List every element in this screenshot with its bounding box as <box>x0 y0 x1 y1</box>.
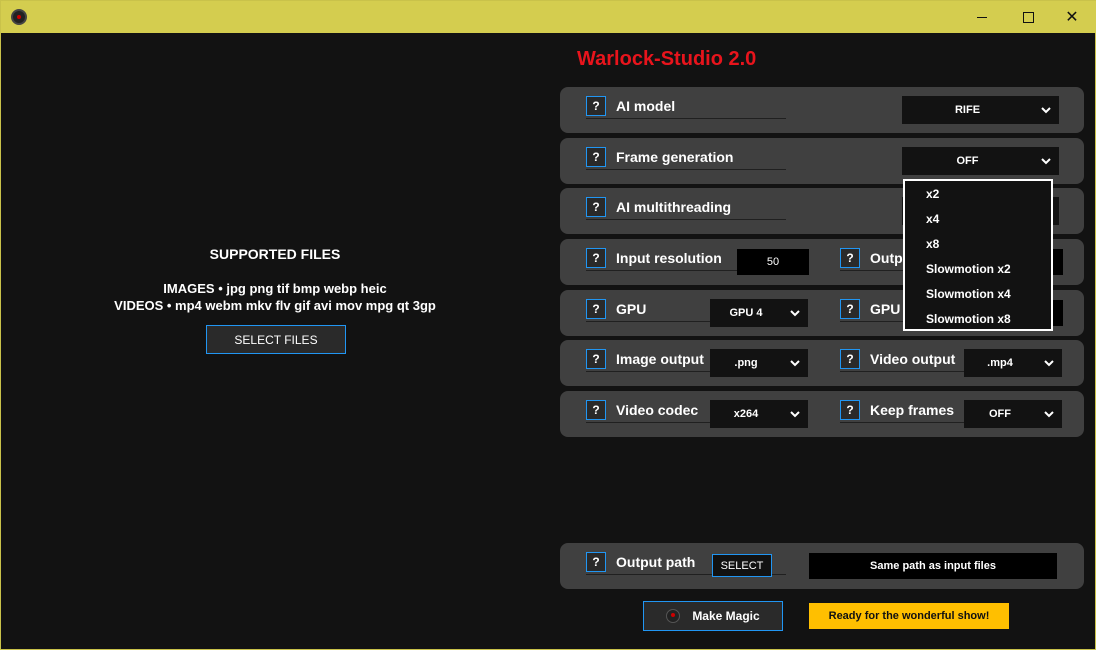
frame-generation-card: ? Frame generation OFF <box>560 138 1084 184</box>
chevron-down-icon <box>1044 360 1054 367</box>
minimize-icon <box>977 16 987 18</box>
output-resolution-help-button[interactable]: ? <box>840 248 860 268</box>
image-output-card: ? Image output .png ? Video output .mp4 <box>560 340 1084 386</box>
divider <box>586 169 786 170</box>
image-output-help-button[interactable]: ? <box>586 349 606 369</box>
gpu-dropdown[interactable]: GPU 4 <box>710 299 808 327</box>
maximize-icon <box>1022 11 1034 23</box>
frame-generation-menu: x2 x4 x8 Slowmotion x2 Slowmotion x4 Slo… <box>903 179 1053 331</box>
video-codec-label: Video codec <box>616 402 699 418</box>
chevron-down-icon <box>790 411 800 418</box>
input-resolution-field[interactable]: 50 <box>737 249 809 275</box>
video-output-label: Video output <box>870 351 956 367</box>
status-message: Ready for the wonderful show! <box>809 603 1009 629</box>
title-bar[interactable]: ✕ <box>1 1 1096 33</box>
divider <box>586 118 786 119</box>
close-icon: ✕ <box>1065 9 1079 26</box>
menu-item-x2[interactable]: x2 <box>926 187 939 201</box>
ai-model-help-button[interactable]: ? <box>586 96 606 116</box>
gpu-help-button[interactable]: ? <box>586 299 606 319</box>
keep-frames-help-button[interactable]: ? <box>840 400 860 420</box>
ai-model-card: ? AI model RIFE <box>560 87 1084 133</box>
keep-frames-value: OFF <box>989 408 1011 420</box>
ai-model-dropdown[interactable]: RIFE <box>902 96 1059 124</box>
video-output-help-button[interactable]: ? <box>840 349 860 369</box>
minimize-button[interactable] <box>959 1 1005 33</box>
warlock-logo-icon <box>11 9 27 25</box>
ai-model-label: AI model <box>616 98 676 114</box>
menu-item-x4[interactable]: x4 <box>926 212 939 226</box>
gpu-vram-help-button[interactable]: ? <box>840 299 860 319</box>
frame-generation-dropdown[interactable]: OFF <box>902 147 1059 175</box>
ai-multithreading-help-button[interactable]: ? <box>586 197 606 217</box>
app-window: ✕ SUPPORTED FILES IMAGES • jpg png tif b… <box>0 0 1096 650</box>
menu-item-x8[interactable]: x8 <box>926 237 939 251</box>
output-path-select-button[interactable]: SELECT <box>712 554 772 577</box>
image-output-value: .png <box>734 357 758 369</box>
keep-frames-label: Keep frames <box>870 402 955 418</box>
video-output-value: .mp4 <box>987 357 1013 369</box>
menu-item-slowmotion-x2[interactable]: Slowmotion x2 <box>926 262 1011 276</box>
input-resolution-label: Input resolution <box>616 250 722 266</box>
warlock-logo-icon <box>666 609 681 623</box>
chevron-down-icon <box>1041 158 1051 165</box>
frame-generation-value: OFF <box>956 155 979 167</box>
close-button[interactable]: ✕ <box>1049 1 1095 33</box>
video-codec-dropdown[interactable]: x264 <box>710 400 808 428</box>
ai-model-value: RIFE <box>954 104 981 116</box>
ai-multithreading-label: AI multithreading <box>616 199 732 215</box>
output-path-label: Output path <box>616 554 696 570</box>
app-title: Warlock-Studio 2.0 <box>577 48 757 70</box>
image-output-label: Image output <box>616 351 704 367</box>
make-magic-button[interactable]: Make Magic <box>643 601 783 631</box>
chevron-down-icon <box>1044 411 1054 418</box>
chevron-down-icon <box>790 360 800 367</box>
output-path-field[interactable]: Same path as input files <box>809 553 1057 579</box>
gpu-value: GPU 4 <box>729 307 763 319</box>
image-output-dropdown[interactable]: .png <box>710 349 808 377</box>
frame-generation-label: Frame generation <box>616 149 734 165</box>
input-resolution-help-button[interactable]: ? <box>586 248 606 268</box>
output-resolution-label: Outp <box>870 250 903 266</box>
supported-images-text: IMAGES • jpg png tif bmp webp heic <box>163 281 387 296</box>
video-codec-help-button[interactable]: ? <box>586 400 606 420</box>
video-codec-card: ? Video codec x264 ? Keep frames OFF <box>560 391 1084 437</box>
maximize-button[interactable] <box>1005 1 1051 33</box>
chevron-down-icon <box>790 310 800 317</box>
frame-generation-help-button[interactable]: ? <box>586 147 606 167</box>
supported-files-heading: SUPPORTED FILES <box>209 246 341 262</box>
make-magic-label: Make Magic <box>692 609 760 623</box>
menu-item-slowmotion-x8[interactable]: Slowmotion x8 <box>926 312 1011 326</box>
select-files-button[interactable]: SELECT FILES <box>206 325 346 354</box>
keep-frames-dropdown[interactable]: OFF <box>964 400 1062 428</box>
menu-item-slowmotion-x4[interactable]: Slowmotion x4 <box>926 287 1011 301</box>
video-output-dropdown[interactable]: .mp4 <box>964 349 1062 377</box>
video-codec-value: x264 <box>733 408 759 420</box>
output-path-help-button[interactable]: ? <box>586 552 606 572</box>
gpu-label: GPU <box>616 301 647 317</box>
chevron-down-icon <box>1041 107 1051 114</box>
supported-videos-text: VIDEOS • mp4 webm mkv flv gif avi mov mp… <box>114 298 436 313</box>
divider <box>586 219 786 220</box>
